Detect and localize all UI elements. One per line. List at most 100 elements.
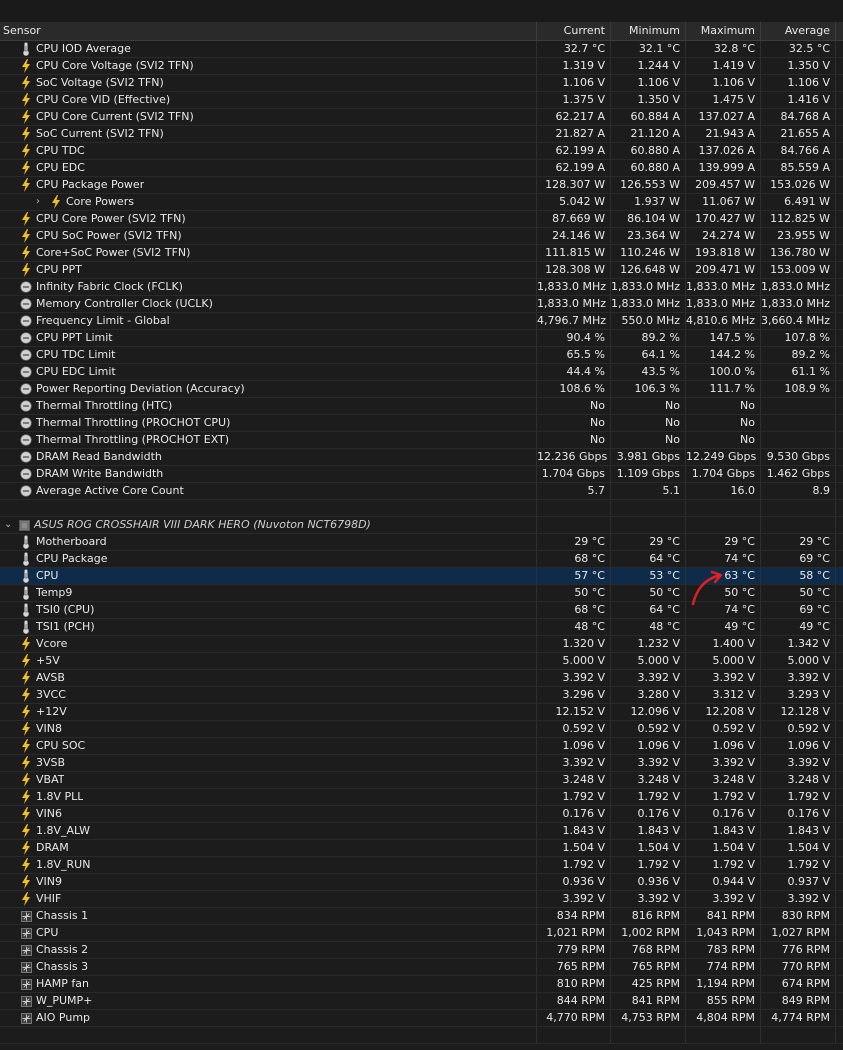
average-value-cell: 153.009 W	[761, 262, 836, 278]
sensor-row[interactable]: CPU EDC 62.199 A 60.880 A 139.999 A 85.559 A	[0, 160, 843, 177]
sensor-name-cell: 3VCC	[0, 687, 537, 703]
sensor-row[interactable]: CPU PPT 128.308 W 126.648 W 209.471 W 153.00…	[0, 262, 843, 279]
sensor-row[interactable]: CPU SoC Power (SVI2 TFN) 24.146 W 23.364 W…	[0, 228, 843, 245]
maximum-value-cell: 1.504 V	[686, 840, 761, 856]
sensor-row[interactable]: DRAM Write Bandwidth 1.704 Gbps 1.109 Gbps…	[0, 466, 843, 483]
collapse-chevron-icon[interactable]: ⌄	[4, 517, 14, 533]
sensor-row[interactable]: Thermal Throttling (PROCHOT CPU) No No No	[0, 415, 843, 432]
header-current[interactable]: Current	[537, 22, 611, 40]
sensor-row[interactable]: DRAM Read Bandwidth 12.236 Gbps 3.981 Gbps…	[0, 449, 843, 466]
sensor-row[interactable]: Chassis 3 765 RPM 765 RPM 774 RPM 770 RPM	[0, 959, 843, 976]
sensor-name-cell: Motherboard	[0, 534, 537, 550]
sensor-row[interactable]: CPU IOD Average 32.7 °C 32.1 °C 32.8 °C 32.5…	[0, 41, 843, 58]
sensor-row[interactable]: CPU TDC Limit 65.5 % 64.1 % 144.2 % 89.2 %	[0, 347, 843, 364]
maximum-value-cell: 1.792 V	[686, 789, 761, 805]
sensor-row[interactable]: W_PUMP+ 844 RPM 841 RPM 855 RPM 849 RPM	[0, 993, 843, 1010]
header-sensor[interactable]: Sensor	[0, 22, 537, 40]
sensor-row[interactable]: Average Active Core Count 5.7 5.1 16.0 8.9	[0, 483, 843, 500]
sensor-name-cell: CPU SoC Power (SVI2 TFN)	[0, 228, 537, 244]
sensor-row[interactable]: CPU Core Power (SVI2 TFN) 87.669 W 86.104 …	[0, 211, 843, 228]
sensor-row[interactable]: Vcore 1.320 V 1.232 V 1.400 V 1.342 V	[0, 636, 843, 653]
maximum-value-cell: 74 °C	[686, 551, 761, 567]
current-value-cell: 3.392 V	[537, 891, 611, 907]
sensor-label: VBAT	[36, 773, 65, 786]
sensor-label: CPU EDC Limit	[36, 365, 116, 378]
sensor-row[interactable]: SoC Current (SVI2 TFN) 21.827 A 21.120 A 21…	[0, 126, 843, 143]
sensor-row[interactable]: CPU Package Power 128.307 W 126.553 W 209.4…	[0, 177, 843, 194]
sensor-row[interactable]: CPU 57 °C 53 °C 63 °C 58 °C	[0, 568, 843, 585]
minimum-value-cell: 53 °C	[611, 568, 686, 584]
sensor-row[interactable]: CPU Package 68 °C 64 °C 74 °C 69 °C	[0, 551, 843, 568]
sensor-row[interactable]: Power Reporting Deviation (Accuracy) 108.…	[0, 381, 843, 398]
sensor-row[interactable]: 3VCC 3.296 V 3.280 V 3.312 V 3.293 V	[0, 687, 843, 704]
sensor-row[interactable]: 1.8V_RUN 1.792 V 1.792 V 1.792 V 1.792 V	[0, 857, 843, 874]
bolt-icon	[20, 773, 32, 787]
sensor-row[interactable]: VIN6 0.176 V 0.176 V 0.176 V 0.176 V	[0, 806, 843, 823]
minimum-value-cell: 5.000 V	[611, 653, 686, 669]
sensor-row[interactable]: Memory Controller Clock (UCLK) 1,833.0 MH…	[0, 296, 843, 313]
sensor-row[interactable]: +12V 12.152 V 12.096 V 12.208 V 12.128 V	[0, 704, 843, 721]
sensor-row[interactable]: CPU SOC 1.096 V 1.096 V 1.096 V 1.096 V	[0, 738, 843, 755]
sensor-row[interactable]: TSI0 (CPU) 68 °C 64 °C 74 °C 69 °C	[0, 602, 843, 619]
sensor-name-cell: CPU Package	[0, 551, 537, 567]
sensor-row[interactable]: Temp9 50 °C 50 °C 50 °C 50 °C	[0, 585, 843, 602]
sensor-row[interactable]: CPU PPT Limit 90.4 % 89.2 % 147.5 % 107.8 %	[0, 330, 843, 347]
sensor-row[interactable]: AVSB 3.392 V 3.392 V 3.392 V 3.392 V	[0, 670, 843, 687]
maximum-value-cell: 774 RPM	[686, 959, 761, 975]
sensor-row[interactable]: +5V 5.000 V 5.000 V 5.000 V 5.000 V	[0, 653, 843, 670]
sensor-row[interactable]: 3VSB 3.392 V 3.392 V 3.392 V 3.392 V	[0, 755, 843, 772]
sensor-group-row[interactable]: ⌄ ASUS ROG CROSSHAIR VIII DARK HERO (Nuvo…	[0, 517, 843, 534]
sensor-row[interactable]: Core+SoC Power (SVI2 TFN) 111.815 W 110.24…	[0, 245, 843, 262]
sensor-row[interactable]: CPU TDC 62.199 A 60.880 A 137.026 A 84.766 A	[0, 143, 843, 160]
maximum-value-cell: 1,043 RPM	[686, 925, 761, 941]
sensor-row[interactable]: Infinity Fabric Clock (FCLK) 1,833.0 MHz 1…	[0, 279, 843, 296]
current-value-cell: 1.792 V	[537, 857, 611, 873]
sensor-row[interactable]: Thermal Throttling (HTC) No No No	[0, 398, 843, 415]
sensor-row[interactable]: Frequency Limit - Global 4,796.7 MHz 550.0…	[0, 313, 843, 330]
clock-icon	[20, 467, 32, 481]
maximum-value-cell: 74 °C	[686, 602, 761, 618]
sensor-row[interactable]: DRAM 1.504 V 1.504 V 1.504 V 1.504 V	[0, 840, 843, 857]
sensor-row[interactable]: CPU Core Current (SVI2 TFN) 62.217 A 60.88…	[0, 109, 843, 126]
average-value-cell: 61.1 %	[761, 364, 836, 380]
sensor-row[interactable]: 1.8V_ALW 1.843 V 1.843 V 1.843 V 1.843 V	[0, 823, 843, 840]
sensor-row[interactable]: CPU EDC Limit 44.4 % 43.5 % 100.0 % 61.1 %	[0, 364, 843, 381]
minimum-value-cell: 3.392 V	[611, 670, 686, 686]
maximum-value-cell: 3.248 V	[686, 772, 761, 788]
sensor-row[interactable]: 1.8V PLL 1.792 V 1.792 V 1.792 V 1.792 V	[0, 789, 843, 806]
current-value-cell: 62.199 A	[537, 160, 611, 176]
sensor-row[interactable]: SoC Voltage (SVI2 TFN) 1.106 V 1.106 V 1.10…	[0, 75, 843, 92]
sensor-row[interactable]: Chassis 1 834 RPM 816 RPM 841 RPM 830 RPM	[0, 908, 843, 925]
clock-icon	[20, 382, 32, 396]
expand-chevron-icon[interactable]: ›	[36, 194, 46, 210]
sensor-row[interactable]: CPU Core Voltage (SVI2 TFN) 1.319 V 1.244 …	[0, 58, 843, 75]
sensor-row[interactable]: Thermal Throttling (PROCHOT EXT) No No No	[0, 432, 843, 449]
current-value-cell: 62.199 A	[537, 143, 611, 159]
sensor-row[interactable]: CPU Core VID (Effective) 1.375 V 1.350 V 1.…	[0, 92, 843, 109]
sensor-row[interactable]: AIO Pump 4,770 RPM 4,753 RPM 4,804 RPM 4,774…	[0, 1010, 843, 1027]
clock-icon	[20, 365, 32, 379]
sensor-row[interactable]: Chassis 2 779 RPM 768 RPM 783 RPM 776 RPM	[0, 942, 843, 959]
sensor-row[interactable]: Motherboard 29 °C 29 °C 29 °C 29 °C	[0, 534, 843, 551]
sensor-row[interactable]: VBAT 3.248 V 3.248 V 3.248 V 3.248 V	[0, 772, 843, 789]
sensor-row[interactable]: CPU 1,021 RPM 1,002 RPM 1,043 RPM 1,027 RPM	[0, 925, 843, 942]
current-value-cell: 765 RPM	[537, 959, 611, 975]
maximum-value-cell: 16.0	[686, 483, 761, 499]
current-value-cell: 0.592 V	[537, 721, 611, 737]
sensor-label: Temp9	[36, 586, 73, 599]
current-value-cell	[537, 1027, 611, 1043]
maximum-value-cell: 209.471 W	[686, 262, 761, 278]
header-maximum[interactable]: Maximum	[686, 22, 761, 40]
sensor-name-cell: DRAM Read Bandwidth	[0, 449, 537, 465]
clock-icon	[20, 297, 32, 311]
sensor-row[interactable]: TSI1 (PCH) 48 °C 48 °C 49 °C 49 °C	[0, 619, 843, 636]
header-average[interactable]: Average	[761, 22, 836, 40]
sensor-row[interactable]: › Core Powers 5.042 W 1.937 W 11.067 W 6.491 …	[0, 194, 843, 211]
header-minimum[interactable]: Minimum	[611, 22, 686, 40]
current-value-cell: 810 RPM	[537, 976, 611, 992]
sensor-name-cell: AVSB	[0, 670, 537, 686]
sensor-row[interactable]: VIN9 0.936 V 0.936 V 0.944 V 0.937 V	[0, 874, 843, 891]
sensor-row[interactable]: VIN8 0.592 V 0.592 V 0.592 V 0.592 V	[0, 721, 843, 738]
sensor-row[interactable]: HAMP fan 810 RPM 425 RPM 1,194 RPM 674 RPM	[0, 976, 843, 993]
sensor-row[interactable]: VHIF 3.392 V 3.392 V 3.392 V 3.392 V	[0, 891, 843, 908]
